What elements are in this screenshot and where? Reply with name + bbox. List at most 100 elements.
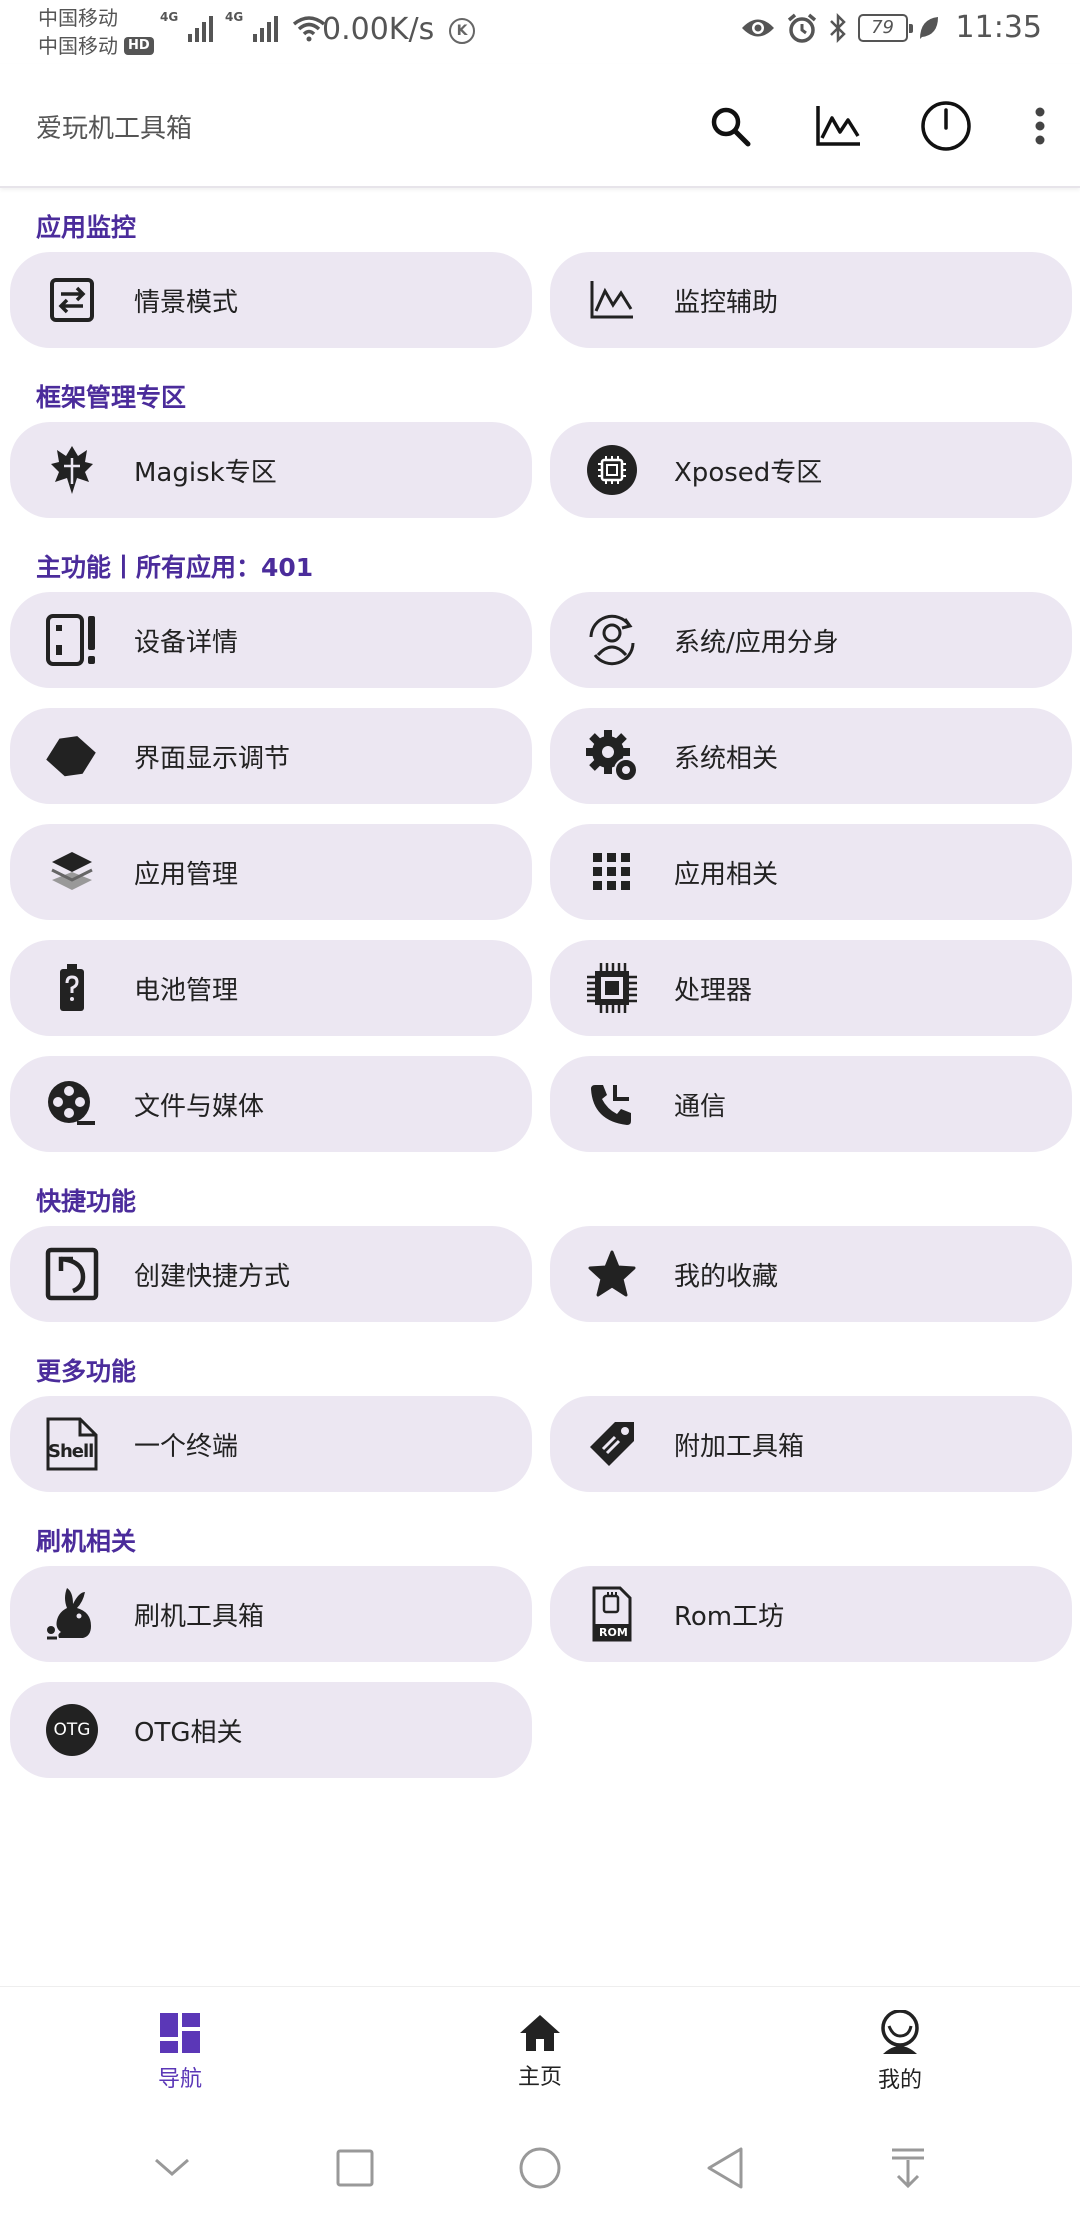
bottom-navigation: 导航 主页 我的	[0, 1986, 1080, 2116]
hd-badge: HD	[124, 37, 154, 55]
chevron-down-icon[interactable]	[152, 2156, 192, 2180]
tile-label: Magisk专区	[134, 457, 277, 488]
wifi-icon	[292, 16, 326, 42]
tile-label: 文件与媒体	[134, 1091, 265, 1122]
tile-flash-tools[interactable]: 刷机工具箱	[10, 1566, 532, 1662]
film-reel-icon	[48, 1081, 95, 1125]
tile-label: 情景模式	[134, 287, 239, 318]
chart-icon	[590, 281, 633, 319]
power-button[interactable]	[892, 64, 1000, 188]
more-vert-icon	[1035, 107, 1045, 145]
power-icon	[921, 101, 971, 151]
tile-system[interactable]: 系统相关	[550, 708, 1072, 804]
nav-tab-home[interactable]: 主页	[360, 1987, 720, 2116]
search-button[interactable]	[676, 64, 784, 188]
search-icon	[711, 107, 751, 147]
carrier-info: 中国移动 中国移动 HD	[38, 4, 154, 60]
section-title-main: 主功能丨所有应用：401	[36, 553, 314, 582]
tile-label: 一个终端	[134, 1431, 239, 1462]
profile-icon	[881, 2009, 919, 2054]
tile-label: 处理器	[674, 975, 753, 1006]
tile-battery[interactable]: 电池管理	[10, 940, 532, 1036]
user-sync-icon	[589, 614, 635, 666]
status-icons: 79 11:35	[740, 10, 1042, 45]
system-navigation-bar	[0, 2116, 1080, 2220]
nav-tab-navigation[interactable]: 导航	[0, 1987, 360, 2116]
tile-shortcut[interactable]: 创建快捷方式	[10, 1226, 532, 1322]
network-speed: 0.00K/s	[322, 12, 435, 47]
tile-label: 刷机工具箱	[134, 1601, 265, 1632]
tile-label: Xposed专区	[674, 457, 823, 488]
tile-label: OTG相关	[134, 1717, 243, 1748]
tile-comm[interactable]: 通信	[550, 1056, 1072, 1152]
tile-label: 界面显示调节	[134, 743, 291, 774]
otg-icon-text: OTG	[53, 1720, 91, 1740]
tile-label: 通信	[674, 1091, 727, 1122]
nav-label: 我的	[877, 2067, 922, 2093]
status-bar: 中国移动 中国移动 HD 4G 4G 0.00K/s K 79 11:35	[0, 0, 1080, 64]
signal-1-icon: 4G	[160, 10, 213, 42]
leaf-icon	[919, 16, 938, 39]
tile-app-manage[interactable]: 应用管理	[10, 824, 532, 920]
bluetooth-icon	[829, 12, 846, 43]
network-type-2: 4G	[225, 10, 244, 24]
tile-rom-workshop[interactable]: ROM Rom工坊	[550, 1566, 1072, 1662]
apps-grid-icon	[593, 853, 630, 890]
carrier-1: 中国移动	[38, 6, 118, 30]
more-options-button[interactable]	[1000, 64, 1080, 188]
swap-icon	[50, 278, 94, 322]
tile-label: 系统相关	[674, 743, 779, 774]
display-diamond-icon	[46, 736, 96, 777]
section-title-more: 更多功能	[36, 1357, 137, 1386]
section-title-monitor: 应用监控	[36, 213, 137, 242]
monitor-chart-button[interactable]	[784, 64, 892, 188]
network-type-1: 4G	[160, 10, 179, 24]
recents-square-icon[interactable]	[335, 2148, 375, 2188]
shortcut-icon	[45, 1247, 99, 1301]
signal-group: 4G 4G	[160, 10, 326, 42]
k-badge: K	[449, 18, 475, 44]
tile-xposed[interactable]: Xposed专区	[550, 422, 1072, 518]
signal-2-icon: 4G	[225, 10, 278, 42]
tile-label: 创建快捷方式	[134, 1261, 291, 1292]
cpu-icon	[587, 963, 637, 1013]
home-circle-icon[interactable]	[518, 2146, 562, 2190]
tile-extra-tools[interactable]: 附加工具箱	[550, 1396, 1072, 1492]
tile-device-info[interactable]: 设备详情	[10, 592, 532, 688]
tile-label: 系统/应用分身	[674, 627, 839, 658]
tile-terminal[interactable]: Shell 一个终端	[10, 1396, 532, 1492]
battery-unknown-icon	[60, 964, 84, 1011]
alarm-icon	[787, 13, 816, 43]
tile-label: 附加工具箱	[674, 1431, 805, 1462]
nav-label: 主页	[517, 2064, 562, 2090]
chart-icon	[816, 106, 860, 146]
nav-tab-mine[interactable]: 我的	[720, 1987, 1080, 2116]
eye-icon	[741, 19, 774, 36]
tile-favorites[interactable]: 我的收藏	[550, 1226, 1072, 1322]
carrier-2: 中国移动	[38, 34, 118, 58]
tile-cpu[interactable]: 处理器	[550, 940, 1072, 1036]
tile-display[interactable]: 界面显示调节	[10, 708, 532, 804]
tile-app-related[interactable]: 应用相关	[550, 824, 1072, 920]
section-title-framework: 框架管理专区	[36, 383, 187, 412]
tile-clone[interactable]: 系统/应用分身	[550, 592, 1072, 688]
magisk-icon	[51, 446, 93, 494]
shell-icon: Shell	[42, 1414, 102, 1474]
tile-scene-mode[interactable]: 情景模式	[10, 252, 532, 348]
section-title-quick: 快捷功能	[36, 1187, 137, 1216]
tile-monitor-assist[interactable]: 监控辅助	[550, 252, 1072, 348]
tag-icon	[590, 1422, 634, 1466]
nav-label: 导航	[157, 2066, 202, 2092]
battery-indicator: 79	[857, 13, 913, 42]
tile-files-media[interactable]: 文件与媒体	[10, 1056, 532, 1152]
tile-otg[interactable]: OTG OTG相关	[10, 1682, 532, 1778]
notification-pull-down-icon[interactable]	[888, 2146, 928, 2190]
tile-magisk[interactable]: Magisk专区	[10, 422, 532, 518]
device-info-icon	[46, 614, 95, 666]
tile-label: Rom工坊	[674, 1601, 785, 1632]
app-actions	[676, 64, 1080, 188]
shell-icon-text: Shell	[48, 1441, 94, 1462]
home-icon	[520, 2014, 560, 2051]
back-triangle-icon[interactable]	[705, 2146, 745, 2190]
tile-label: 应用管理	[134, 859, 239, 890]
